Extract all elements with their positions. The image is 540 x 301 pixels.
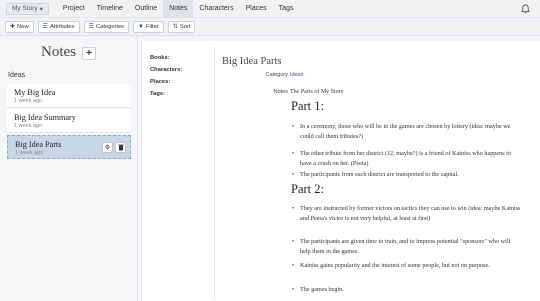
list-item: The other tribute from her district (12,… — [292, 149, 522, 168]
note-title-heading: Big Idea Parts — [222, 56, 282, 67]
sort-button[interactable]: ⇅ Sort — [167, 20, 196, 33]
note-title: Big Idea Summary — [14, 113, 76, 122]
note-timestamp: 1 week ago — [14, 98, 43, 104]
bell-icon[interactable] — [521, 4, 530, 14]
notes-value[interactable]: The Parts of My Story — [290, 89, 344, 95]
group-label: Ideas — [8, 72, 26, 79]
places-label[interactable]: Places: — [150, 79, 214, 91]
sort-button-label: Sort — [179, 23, 191, 30]
plus-icon: ✚ — [10, 24, 16, 30]
note-title: My Big Idea — [14, 88, 56, 97]
category-label: Category — [265, 72, 288, 78]
notes-sidebar: Notes + Ideas My Big Idea 1 week ago Big… — [0, 36, 138, 301]
list-item[interactable]: Big Idea Summary 1 week ago — [7, 109, 131, 133]
new-button-label: New — [17, 23, 29, 30]
nav-tags[interactable]: Tags — [273, 0, 300, 18]
nav-outline[interactable]: Outline — [129, 0, 163, 18]
trash-icon[interactable] — [115, 142, 126, 153]
story-selector[interactable]: My Story ▾ — [6, 2, 49, 15]
books-label[interactable]: Books: — [150, 55, 214, 67]
nav-places[interactable]: Places — [240, 0, 273, 18]
characters-label[interactable]: Characters: — [150, 67, 214, 79]
list-item-selected[interactable]: Big Idea Parts 1 week ago ⚙ — [7, 135, 131, 159]
chevron-down-icon: ▾ — [39, 5, 43, 13]
filter-button[interactable]: ▼ Filter — [132, 20, 164, 33]
settings-icon[interactable]: ⚙ — [102, 142, 113, 153]
properties-panel: Books: Characters: Places: Tags: — [150, 55, 214, 103]
note-timestamp: 1 week ago — [14, 123, 43, 129]
categories-button-label: Categories — [95, 23, 124, 30]
new-button[interactable]: ✚ New — [5, 20, 34, 33]
part1-heading: Part 1: — [291, 99, 324, 113]
top-nav: My Story ▾ Project Timeline Outline Note… — [0, 0, 540, 18]
nav-notes[interactable]: Notes — [163, 0, 194, 18]
list-item: Katniss gains popularity and the interes… — [292, 261, 522, 271]
list-item: The participants are given time to train… — [292, 237, 522, 256]
add-note-button[interactable]: + — [82, 47, 96, 60]
nav-project[interactable]: Project — [57, 0, 91, 18]
list-item: The participants from each district are … — [292, 170, 522, 180]
divider — [214, 47, 215, 299]
list-icon: ☰ — [42, 24, 49, 30]
nav-timeline[interactable]: Timeline — [91, 0, 129, 18]
attributes-button[interactable]: ☰ Attributes — [37, 20, 80, 33]
filter-button-label: Filter — [145, 23, 159, 30]
categories-button[interactable]: ☰ Categories — [83, 20, 129, 33]
nav-characters[interactable]: Characters — [193, 0, 239, 18]
list-item: They are instructed by former victors on… — [292, 204, 522, 223]
notes-label: Notes — [273, 89, 288, 95]
sort-icon: ⇅ — [172, 24, 178, 30]
story-selector-label: My Story — [12, 5, 38, 12]
toolbar: ✚ New ☰ Attributes ☰ Categories ▼ Filter… — [0, 18, 540, 36]
sidebar-title: Notes — [41, 44, 76, 60]
filter-icon: ▼ — [137, 23, 144, 30]
list-item: The games begin. — [292, 285, 522, 295]
attributes-button-label: Attributes — [50, 23, 75, 30]
tags-label[interactable]: Tags: — [150, 91, 214, 103]
list-item[interactable]: My Big Idea 1 week ago — [7, 84, 131, 108]
category-value[interactable]: Ideas — [290, 72, 303, 78]
part2-heading: Part 2: — [291, 182, 324, 196]
list-item: In a ceremony, those who will be in the … — [292, 122, 522, 141]
note-detail: Books: Characters: Places: Tags: Big Ide… — [141, 41, 540, 301]
list-icon: ☰ — [88, 24, 94, 30]
